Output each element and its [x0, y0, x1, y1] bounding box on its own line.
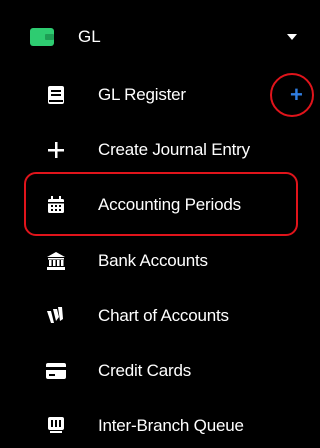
credit-card-icon [46, 361, 66, 381]
gl-section-title: GL [78, 27, 101, 46]
nav-item-bank-accounts[interactable]: Bank Accounts [0, 243, 320, 279]
nav-item-label: Bank Accounts [98, 251, 208, 270]
queue-icon [46, 416, 66, 436]
annotation-circle [270, 73, 314, 117]
chevron-down-icon[interactable] [287, 34, 297, 40]
nav-item-inter-branch-queue[interactable]: Inter-Branch Queue [0, 408, 320, 444]
nav-item-label: Chart of Accounts [98, 306, 229, 325]
nav-item-create-journal-entry[interactable]: Create Journal Entry [0, 132, 320, 168]
nav-item-label: GL Register [98, 85, 186, 104]
annotation-box [24, 172, 298, 236]
book-icon [46, 85, 66, 105]
nav-item-label: Credit Cards [98, 361, 192, 380]
wallet-icon [30, 28, 54, 46]
nav-item-label: Create Journal Entry [98, 140, 250, 159]
nav-item-chart-of-accounts[interactable]: Chart of Accounts [0, 298, 320, 334]
gl-nav-panel: GL GL Register + Create Journal Entry Ac… [0, 0, 320, 448]
bank-icon [46, 251, 66, 271]
nav-item-label: Inter-Branch Queue [98, 416, 244, 435]
plus-icon [46, 140, 66, 160]
nav-item-credit-cards[interactable]: Credit Cards [0, 353, 320, 389]
chart-icon [46, 306, 66, 326]
gl-section-header[interactable]: GL [0, 19, 320, 55]
